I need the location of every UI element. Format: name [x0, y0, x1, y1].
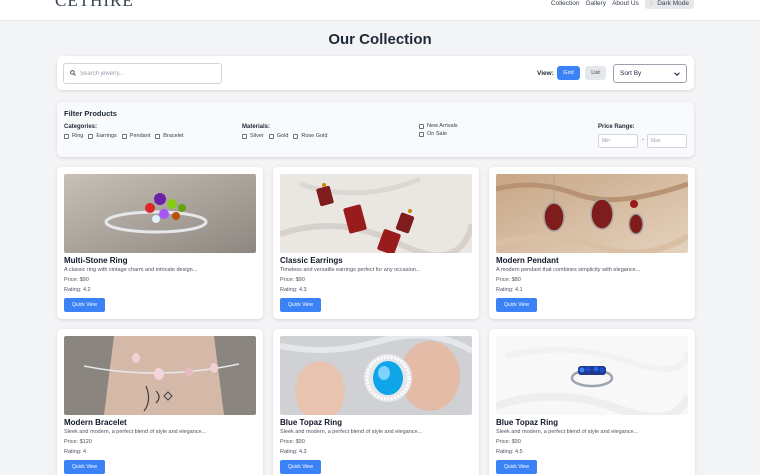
materials-options: Silver Gold Rose Gold [242, 133, 332, 139]
nav-link-collection[interactable]: Collection [551, 0, 580, 7]
option-label: Silver [250, 133, 264, 139]
product-image[interactable] [496, 336, 688, 415]
product-image[interactable] [280, 336, 472, 415]
product-name: Blue Topaz Ring [280, 418, 343, 427]
quick-view-button[interactable]: Quick View [280, 298, 321, 312]
price-min-input[interactable]: Min [598, 134, 638, 148]
product-rating: Rating: 4.2 [64, 287, 91, 293]
material-silver-option[interactable]: Silver [242, 133, 264, 139]
new-arrivals-option[interactable]: New Arrivals [419, 123, 458, 129]
dark-mode-label: Dark Mode [657, 0, 689, 7]
search-input[interactable] [80, 67, 218, 81]
sort-select-value: Sort By [620, 70, 642, 77]
product-price: Price: $120 [64, 439, 92, 445]
nav-link-gallery[interactable]: Gallery [585, 0, 606, 7]
product-image[interactable] [280, 174, 472, 253]
option-label: Ring [72, 133, 84, 139]
product-price: Price: $80 [496, 277, 521, 283]
material-rose-gold-option[interactable]: Rose Gold [293, 133, 327, 139]
search-toolbar: View: Grid List Sort By [57, 56, 694, 90]
option-label: Rose Gold [301, 133, 328, 139]
product-description: Sleek and modern, a perfect blend of sty… [280, 429, 423, 435]
moon-icon: ☾ [649, 1, 656, 7]
quick-view-button[interactable]: Quick View [496, 298, 537, 312]
checkbox[interactable] [155, 133, 161, 139]
quick-view-button[interactable]: Quick View [64, 460, 105, 474]
option-label: Bracelet [163, 133, 184, 139]
checkbox[interactable] [268, 133, 274, 139]
checkbox[interactable] [419, 131, 424, 137]
product-price: Price: $90 [64, 277, 89, 283]
product-name: Modern Bracelet [64, 418, 127, 427]
nav-link-about-us[interactable]: About Us [612, 0, 639, 7]
product-name: Blue Topaz Ring [496, 418, 559, 427]
checkbox[interactable] [293, 133, 299, 139]
product-description: Timeless and versatile earrings perfect … [280, 267, 421, 273]
categories-label: Categories: [64, 124, 98, 130]
search-field[interactable] [63, 63, 222, 84]
material-gold-option[interactable]: Gold [268, 133, 289, 139]
product-description: Sleek and modern, a perfect blend of sty… [496, 429, 639, 435]
product-price: Price: $90 [280, 277, 305, 283]
category-ring-option[interactable]: Ring [64, 133, 83, 139]
category-pendant-option[interactable]: Pendant [121, 133, 151, 139]
checkbox[interactable] [242, 133, 247, 139]
checkbox[interactable] [419, 123, 424, 129]
product-price: Price: $90 [496, 439, 521, 445]
option-label: Gold [276, 133, 289, 139]
option-label: Pendant [129, 133, 151, 139]
categories-options: Ring Earrings Pendant Bracelet [64, 133, 188, 139]
option-label: Earrings [96, 133, 117, 139]
product-rating: Rating: 4.5 [496, 449, 523, 455]
brand-logo[interactable]: CETHIRE [55, 0, 134, 11]
materials-label: Materials: [242, 124, 271, 130]
filter-title: Filter Products [64, 109, 117, 118]
product-price: Price: $90 [280, 439, 305, 445]
product-card[interactable]: Classic Earrings Timeless and versatile … [273, 167, 479, 319]
product-card[interactable]: Modern Pendant A modern pendant that com… [489, 167, 695, 319]
chevron-down-icon [674, 71, 680, 76]
grid-view-button[interactable]: Grid [557, 66, 580, 80]
price-range-label: Price Range: [598, 124, 635, 130]
product-rating: Rating: 4.3 [280, 287, 307, 293]
product-card[interactable]: Blue Topaz Ring Sleek and modern, a perf… [489, 329, 695, 475]
product-rating: Rating: 4.3 [280, 449, 307, 455]
quick-view-button[interactable]: Quick View [280, 460, 321, 474]
list-view-button[interactable]: List [585, 66, 606, 80]
on-sale-option[interactable]: On Sale [419, 131, 447, 137]
product-card[interactable]: Blue Topaz Ring Sleek and modern, a perf… [273, 329, 479, 475]
sort-select[interactable]: Sort By [613, 64, 687, 83]
dark-mode-button[interactable]: ☾ Dark Mode [644, 0, 694, 9]
product-image[interactable] [496, 174, 688, 253]
product-name: Multi-Stone Ring [64, 256, 128, 265]
checkbox[interactable] [64, 133, 69, 139]
category-earrings-option[interactable]: Earrings [88, 133, 117, 139]
checkbox[interactable] [121, 133, 127, 139]
price-max-input[interactable]: Max [647, 134, 687, 148]
price-separator: - [642, 137, 644, 143]
checkbox[interactable] [88, 133, 94, 139]
option-label: New Arrivals [427, 123, 458, 129]
quick-view-button[interactable]: Quick View [496, 460, 537, 474]
product-rating: Rating: 4 [64, 449, 87, 455]
category-bracelet-option[interactable]: Bracelet [155, 133, 183, 139]
product-description: A classic ring with vintage charm and in… [64, 267, 198, 273]
top-nav-bar: CETHIRE Collection Gallery About Us ☾ Da… [0, 0, 760, 21]
option-label: On Sale [427, 131, 447, 137]
nav-links: Collection Gallery About Us ☾ Dark Mode [551, 0, 694, 9]
product-name: Modern Pendant [496, 256, 559, 265]
filter-panel: Filter Products Categories: Ring Earring… [57, 102, 694, 157]
quick-view-button[interactable]: Quick View [64, 298, 105, 312]
product-image[interactable] [64, 174, 256, 253]
product-description: A modern pendant that combines simplicit… [496, 267, 641, 273]
page-title: Our Collection [328, 31, 432, 48]
product-rating: Rating: 4.1 [496, 287, 523, 293]
product-card[interactable]: Modern Bracelet Sleek and modern, a perf… [57, 329, 263, 475]
search-icon [70, 70, 76, 76]
product-image[interactable] [64, 336, 256, 415]
view-label: View: [537, 70, 554, 77]
product-card[interactable]: Multi-Stone Ring A classic ring with vin… [57, 167, 263, 319]
product-description: Sleek and modern, a perfect blend of sty… [64, 429, 207, 435]
product-name: Classic Earrings [280, 256, 343, 265]
